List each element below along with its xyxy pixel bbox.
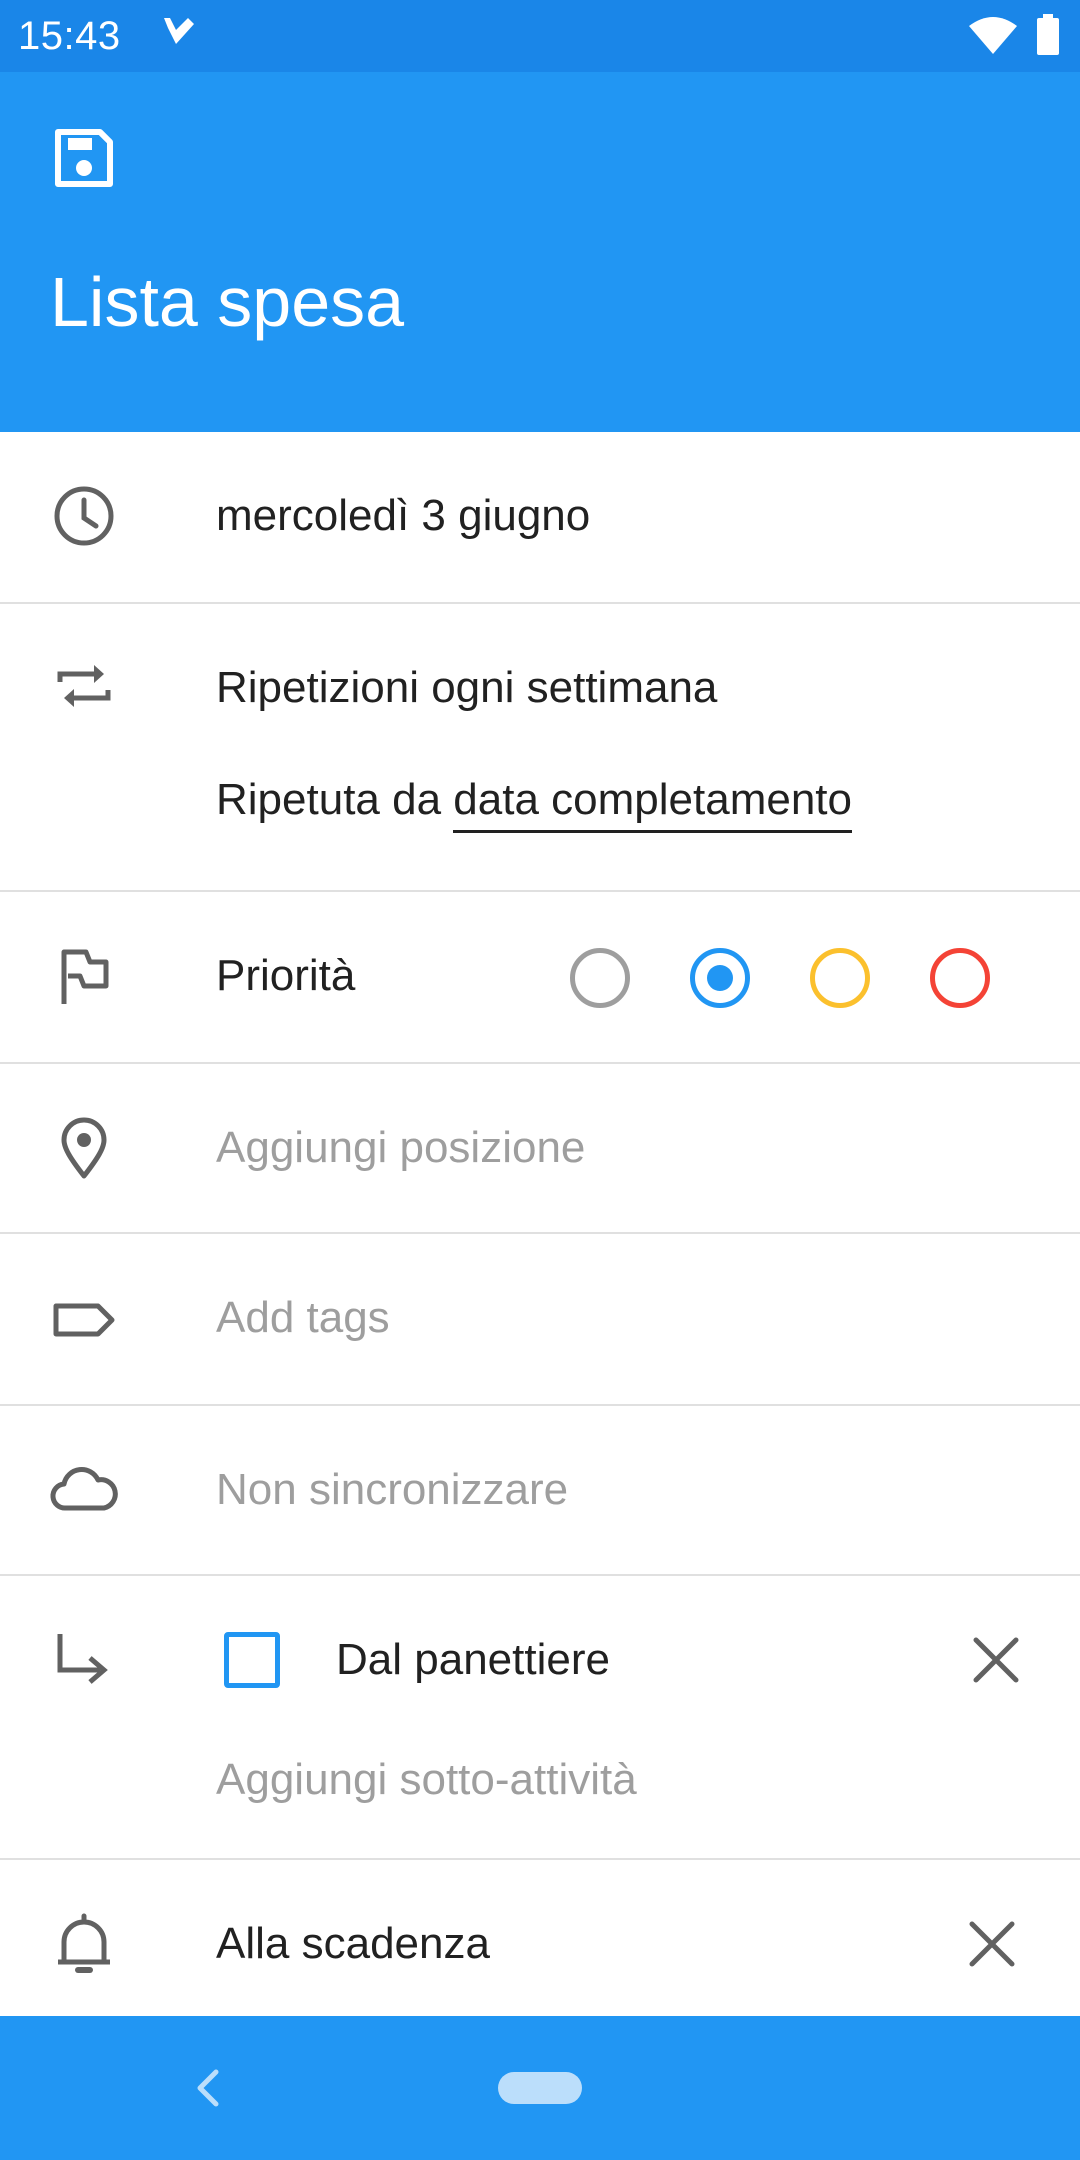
- reminder-row[interactable]: Alla scadenza: [0, 1860, 1080, 2016]
- selected-dot: [707, 965, 733, 991]
- priority-high-radio[interactable]: [930, 948, 990, 1008]
- repeat-label: Ripetizioni ogni settimana: [216, 663, 718, 712]
- tags-row[interactable]: Add tags: [0, 1234, 1080, 1406]
- repeat-icon: [57, 665, 111, 707]
- bell-icon: [58, 1913, 110, 1973]
- location-pin-icon: [61, 1117, 107, 1179]
- sync-row[interactable]: Non sincronizzare: [0, 1406, 1080, 1576]
- reminder-label: Alla scadenza: [216, 1919, 490, 1968]
- repeat-from-prefix: Ripetuta da: [216, 775, 442, 824]
- back-icon[interactable]: [190, 2066, 226, 2110]
- remove-subtask-close-icon[interactable]: [968, 1632, 1024, 1688]
- location-row[interactable]: Aggiungi posizione: [0, 1064, 1080, 1234]
- due-date-value: mercoledì 3 giugno: [216, 491, 591, 540]
- tags-placeholder: Add tags: [216, 1293, 390, 1342]
- cloud-icon: [50, 1467, 118, 1511]
- priority-medium-radio[interactable]: [810, 948, 870, 1008]
- flag-icon: [61, 949, 109, 1004]
- repeat-from-dropdown[interactable]: data completamento: [453, 775, 852, 833]
- due-date-row[interactable]: mercoledì 3 giugno: [0, 432, 1080, 604]
- subtask-arrow-icon: [57, 1634, 108, 1684]
- sync-label: Non sincronizzare: [216, 1465, 569, 1514]
- repeat-row[interactable]: Ripetizioni ogni settimana Ripetuta da d…: [0, 604, 1080, 892]
- home-pill-icon[interactable]: [498, 2072, 582, 2104]
- subtask-checkbox[interactable]: [224, 1632, 280, 1688]
- subtask-label[interactable]: Dal panettiere: [336, 1632, 610, 1688]
- save-icon[interactable]: [52, 126, 116, 190]
- status-bar: 15:43: [0, 0, 1080, 72]
- wifi-icon: [969, 17, 1017, 54]
- priority-low-radio[interactable]: [690, 948, 750, 1008]
- navigation-bar: [0, 2016, 1080, 2160]
- tasks-check-icon: [164, 18, 194, 44]
- location-placeholder: Aggiungi posizione: [216, 1123, 586, 1172]
- app-bar: Lista spesa: [0, 72, 1080, 432]
- priority-row: Priorità: [0, 892, 1080, 1064]
- priority-none-radio[interactable]: [570, 948, 630, 1008]
- tag-icon: [53, 1303, 115, 1337]
- task-title[interactable]: Lista spesa: [50, 252, 404, 352]
- remove-reminder-close-icon[interactable]: [964, 1916, 1020, 1972]
- add-subtask-button[interactable]: Aggiungi sotto-attività: [216, 1752, 637, 1808]
- priority-label: Priorità: [216, 951, 356, 1000]
- repeat-from: Ripetuta da data completamento: [216, 772, 852, 833]
- battery-icon: [1037, 14, 1059, 55]
- subtasks-row: Dal panettiere Aggiungi sotto-attività: [0, 1576, 1080, 1860]
- clock-icon: [54, 486, 114, 546]
- status-time: 15:43: [18, 14, 121, 58]
